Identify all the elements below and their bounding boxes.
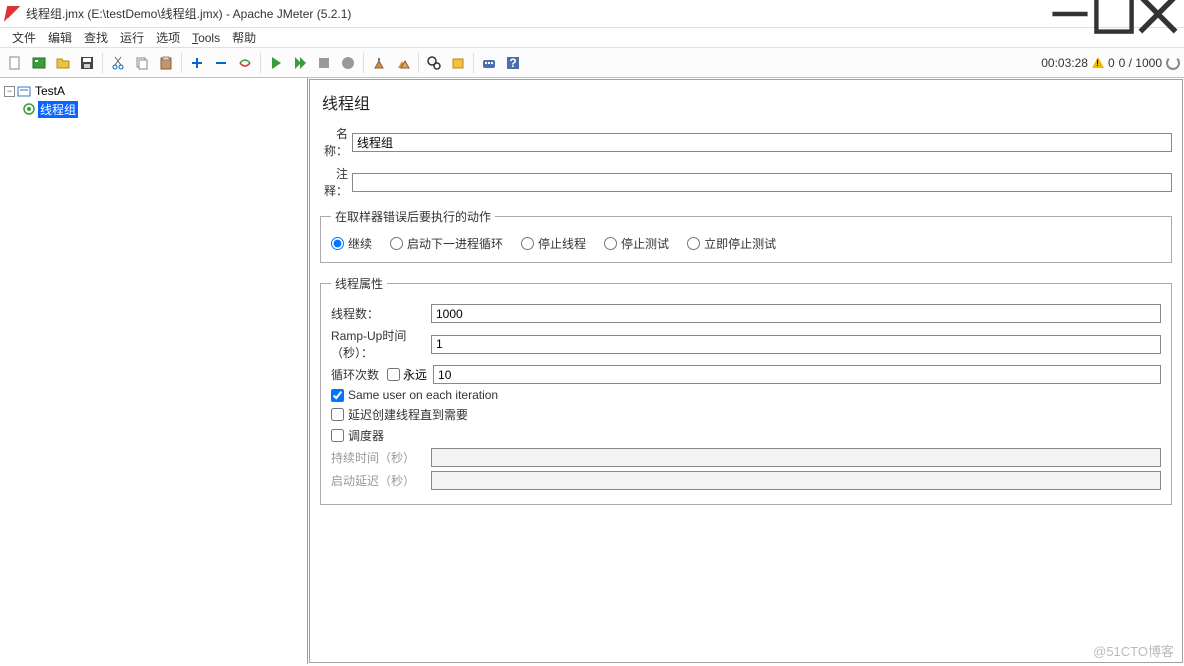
menu-file[interactable]: 文件: [6, 27, 42, 48]
ramp-label: Ramp-Up时间（秒）：: [331, 327, 431, 361]
duration-input: [431, 448, 1161, 467]
warning-icon[interactable]: [1092, 57, 1104, 68]
menu-search[interactable]: 查找: [78, 27, 114, 48]
threads-label: 线程数：: [331, 305, 431, 322]
tree-panel[interactable]: − TestA 线程组: [0, 78, 308, 664]
menu-options[interactable]: 选项: [150, 27, 186, 48]
tree-root-label[interactable]: TestA: [33, 84, 67, 98]
close-button[interactable]: [1136, 0, 1180, 28]
menu-tools[interactable]: Tools: [186, 29, 226, 47]
jmeter-icon: [4, 6, 20, 22]
search-icon[interactable]: [423, 52, 445, 74]
paste-icon[interactable]: [155, 52, 177, 74]
menu-help[interactable]: 帮助: [226, 27, 262, 48]
duration-label: 持续时间（秒）: [331, 449, 431, 466]
elapsed-time: 00:03:28: [1041, 56, 1088, 70]
thread-counter: 0 / 1000: [1119, 56, 1162, 70]
name-input[interactable]: [352, 133, 1172, 152]
radio-stop-test[interactable]: 停止测试: [604, 235, 669, 252]
startup-delay-input: [431, 471, 1161, 490]
panel-heading: 线程组: [322, 90, 1172, 114]
startup-delay-label: 启动延迟（秒）: [331, 472, 431, 489]
menu-edit[interactable]: 编辑: [42, 27, 78, 48]
delay-create-checkbox[interactable]: 延迟创建线程直到需要: [331, 406, 1161, 423]
minimize-button[interactable]: [1048, 0, 1092, 28]
menu-run[interactable]: 运行: [114, 27, 150, 48]
radio-next-loop[interactable]: 启动下一进程循环: [390, 235, 503, 252]
shutdown-icon[interactable]: [337, 52, 359, 74]
warn-count: 0: [1108, 56, 1115, 70]
name-label: 名称：: [320, 125, 352, 159]
function-helper-icon[interactable]: [478, 52, 500, 74]
same-user-checkbox[interactable]: Same user on each iteration: [331, 388, 1161, 402]
save-icon[interactable]: [76, 52, 98, 74]
clear-all-icon[interactable]: [392, 52, 414, 74]
radio-stop-thread[interactable]: 停止线程: [521, 235, 586, 252]
loop-input[interactable]: [433, 365, 1161, 384]
tree-child[interactable]: 线程组: [4, 100, 303, 118]
copy-icon[interactable]: [131, 52, 153, 74]
start-icon[interactable]: [265, 52, 287, 74]
radio-stop-now[interactable]: 立即停止测试: [687, 235, 776, 252]
stop-icon[interactable]: [313, 52, 335, 74]
thread-props-group: 线程属性 线程数： Ramp-Up时间（秒）： 循环次数 永远 Same use…: [320, 275, 1172, 505]
threads-input[interactable]: [431, 304, 1161, 323]
templates-icon[interactable]: [28, 52, 50, 74]
ramp-input[interactable]: [431, 335, 1161, 354]
props-legend: 线程属性: [331, 275, 387, 292]
cut-icon[interactable]: [107, 52, 129, 74]
editor-panel: 线程组 名称： 注释： 在取样器错误后要执行的动作 继续 启动下一进程循环 停止…: [309, 79, 1183, 663]
help-icon[interactable]: ?: [502, 52, 524, 74]
error-action-group: 在取样器错误后要执行的动作 继续 启动下一进程循环 停止线程 停止测试 立即停止…: [320, 208, 1172, 263]
reset-search-icon[interactable]: [447, 52, 469, 74]
toggle-icon[interactable]: [234, 52, 256, 74]
title-bar: 线程组.jmx (E:\testDemo\线程组.jmx) - Apache J…: [0, 0, 1184, 28]
start-no-pause-icon[interactable]: [289, 52, 311, 74]
scheduler-checkbox[interactable]: 调度器: [331, 427, 1161, 444]
threadgroup-icon: [22, 102, 36, 116]
window-title: 线程组.jmx (E:\testDemo\线程组.jmx) - Apache J…: [26, 5, 351, 22]
menu-bar: 文件 编辑 查找 运行 选项 Tools 帮助: [0, 28, 1184, 48]
comment-label: 注释：: [320, 165, 352, 199]
forever-checkbox[interactable]: 永远: [387, 366, 427, 383]
error-legend: 在取样器错误后要执行的动作: [331, 208, 495, 225]
collapse-toggle-icon[interactable]: −: [4, 86, 15, 97]
tree-root[interactable]: − TestA: [4, 82, 303, 100]
open-icon[interactable]: [52, 52, 74, 74]
collapse-icon[interactable]: [210, 52, 232, 74]
comment-input[interactable]: [352, 173, 1172, 192]
tree-child-label[interactable]: 线程组: [38, 101, 78, 118]
expand-icon[interactable]: [186, 52, 208, 74]
refresh-icon[interactable]: [1166, 56, 1180, 70]
new-icon[interactable]: [4, 52, 26, 74]
radio-continue[interactable]: 继续: [331, 235, 372, 252]
toolbar: ? 00:03:28 0 0 / 1000: [0, 48, 1184, 78]
testplan-icon: [17, 84, 31, 98]
clear-icon[interactable]: [368, 52, 390, 74]
maximize-button[interactable]: [1092, 0, 1136, 28]
loop-label: 循环次数: [331, 366, 387, 383]
svg-text:?: ?: [509, 56, 516, 70]
